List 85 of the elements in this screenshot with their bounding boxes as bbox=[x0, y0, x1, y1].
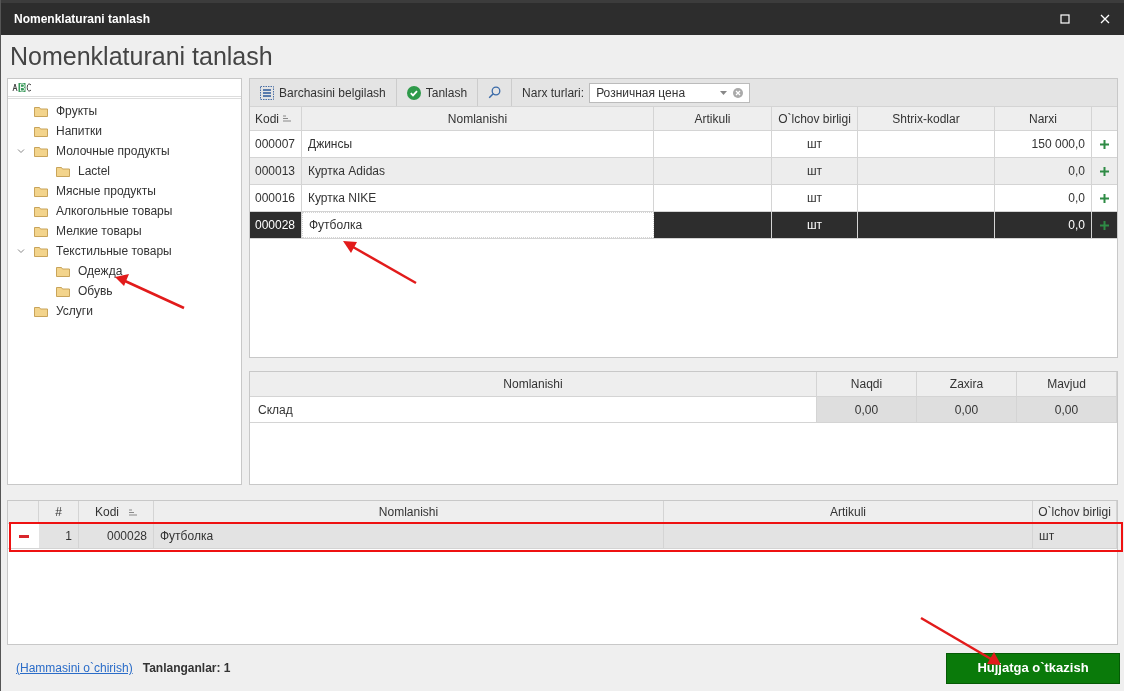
table-cell: 0,0 bbox=[995, 158, 1092, 184]
tree-item[interactable]: Молочные продукты bbox=[56, 142, 170, 160]
tree-item[interactable]: Обувь bbox=[78, 282, 113, 300]
tree-item[interactable]: Одежда bbox=[78, 262, 123, 280]
table-cell: 0,0 bbox=[995, 185, 1092, 211]
add-icon[interactable] bbox=[1100, 193, 1109, 203]
clear-icon[interactable] bbox=[733, 87, 744, 98]
table-cell: шт bbox=[772, 158, 858, 184]
column-header[interactable]: Mavjud bbox=[1017, 372, 1117, 396]
tree-item[interactable]: Услуги bbox=[56, 302, 93, 320]
window-title: Nomenklaturani tanlash bbox=[14, 11, 152, 28]
table-cell: 0,00 bbox=[1017, 397, 1117, 422]
table-cell: 0,00 bbox=[917, 397, 1017, 422]
table-cell: Джинсы bbox=[302, 131, 654, 157]
table-cell: 000028 bbox=[79, 524, 154, 548]
table-cell: 150 000,0 bbox=[995, 131, 1092, 157]
check-circle-icon bbox=[406, 85, 421, 100]
column-header[interactable]: Nomlanishi bbox=[302, 107, 654, 130]
table-cell: Футболка bbox=[154, 524, 664, 548]
tree-item[interactable]: Напитки bbox=[56, 122, 102, 140]
column-header[interactable]: Shtrix-kodlar bbox=[858, 107, 995, 130]
tree-item[interactable]: Мясные продукты bbox=[56, 182, 156, 200]
folder-icon bbox=[34, 185, 48, 197]
folder-icon bbox=[56, 265, 70, 277]
column-header[interactable]: Nomlanishi bbox=[250, 372, 817, 396]
column-header[interactable]: Narxi bbox=[995, 107, 1092, 130]
table-cell: шт bbox=[772, 131, 858, 157]
tree-item[interactable]: Lactel bbox=[78, 162, 111, 180]
table-cell: Куртка NIKE bbox=[302, 185, 654, 211]
column-header[interactable]: Artikuli bbox=[654, 107, 772, 130]
sort-icon bbox=[283, 115, 292, 122]
tree-item[interactable]: Текстильные товары bbox=[56, 242, 172, 260]
table-cell: 0,0 bbox=[995, 212, 1092, 238]
table-cell: Футболка bbox=[302, 212, 654, 238]
folder-icon bbox=[56, 285, 70, 297]
tree-item[interactable]: Мелкие товары bbox=[56, 222, 142, 240]
remove-icon[interactable] bbox=[18, 534, 29, 538]
price-type-label: Narx turlari: bbox=[522, 84, 585, 102]
dropdown-caret-icon bbox=[720, 90, 728, 95]
column-header[interactable]: O`lchov birligi bbox=[772, 107, 858, 130]
tree-item[interactable]: Фрукты bbox=[56, 102, 98, 120]
column-header[interactable]: Zaxira bbox=[917, 372, 1017, 396]
maximize-icon[interactable] bbox=[1060, 14, 1070, 24]
list-icon bbox=[260, 85, 274, 100]
page-heading: Nomenklaturani tanlash bbox=[10, 40, 273, 72]
remove-all-link[interactable]: (Hammasini o`chirish) bbox=[16, 659, 133, 677]
table-cell: шт bbox=[772, 185, 858, 211]
column-header[interactable]: O`lchov birligi bbox=[1033, 501, 1117, 523]
column-header[interactable]: # bbox=[39, 501, 79, 523]
close-icon[interactable] bbox=[1100, 14, 1110, 24]
abc-icon[interactable] bbox=[12, 83, 32, 92]
sort-icon bbox=[129, 508, 137, 516]
price-type-select[interactable]: Розничная цена bbox=[589, 82, 751, 103]
table-cell: 000016 bbox=[250, 185, 302, 211]
add-icon[interactable] bbox=[1100, 139, 1109, 149]
column-header[interactable]: Nomlanishi bbox=[154, 501, 664, 523]
folder-icon bbox=[34, 305, 48, 317]
table-cell: 000007 bbox=[250, 131, 302, 157]
tree-item[interactable]: Алкогольные товары bbox=[56, 202, 173, 220]
folder-icon bbox=[34, 125, 48, 137]
table-cell: Куртка Adidas bbox=[302, 158, 654, 184]
search-icon bbox=[488, 86, 502, 99]
column-header[interactable]: Naqdi bbox=[817, 372, 917, 396]
folder-icon bbox=[34, 205, 48, 217]
product-row[interactable]: 000013 Куртка Adidas шт 0,0 bbox=[250, 158, 1117, 185]
product-row[interactable]: 000016 Куртка NIKE шт 0,0 bbox=[250, 185, 1117, 212]
table-cell: шт bbox=[1033, 524, 1117, 548]
column-header[interactable]: Kodi bbox=[250, 107, 302, 130]
folder-icon bbox=[34, 245, 48, 257]
submit-button[interactable]: Hujjatga o`tkazish bbox=[946, 652, 1120, 684]
column-header[interactable]: Artikuli bbox=[664, 501, 1033, 523]
table-cell: 1 bbox=[39, 524, 79, 548]
product-row[interactable]: 000007 Джинсы шт 150 000,0 bbox=[250, 131, 1117, 158]
product-row[interactable]: 000028 Футболка шт 0,0 bbox=[250, 212, 1117, 239]
selected-count: Tanlanganlar: 1 bbox=[142, 660, 232, 677]
add-icon[interactable] bbox=[1100, 220, 1109, 230]
folder-icon bbox=[34, 105, 48, 117]
table-cell: 0,00 bbox=[817, 397, 917, 422]
column-header[interactable]: Kodi bbox=[79, 501, 154, 523]
table-cell: 000013 bbox=[250, 158, 302, 184]
folder-icon bbox=[34, 145, 48, 157]
folder-icon bbox=[34, 225, 48, 237]
table-cell: шт bbox=[772, 212, 858, 238]
add-icon[interactable] bbox=[1100, 166, 1109, 176]
folder-icon bbox=[56, 165, 70, 177]
